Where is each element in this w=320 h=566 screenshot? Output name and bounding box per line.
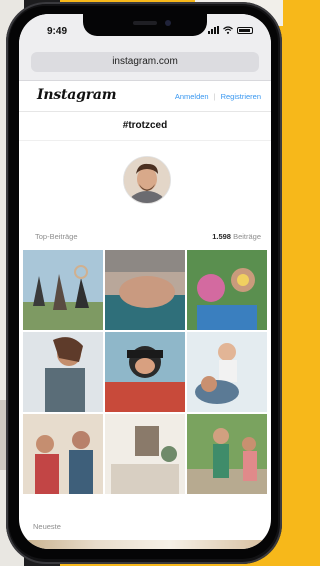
instagram-logo[interactable]: Instagram — [37, 87, 117, 103]
wifi-icon — [223, 26, 233, 34]
address-bar[interactable]: instagram.com — [31, 52, 259, 72]
post-thumbnail[interactable] — [187, 414, 267, 494]
top-posts-row: Top-Beiträge 1.598 Beiträge — [19, 230, 271, 244]
battery-icon — [237, 26, 253, 34]
instagram-header: Instagram Anmelden | Registrieren — [19, 81, 271, 112]
hashtag-title: #trotzced — [19, 112, 271, 141]
top-posts-label: Top-Beiträge — [35, 232, 78, 241]
browser-toolbar: instagram.com — [19, 44, 271, 81]
post-thumbnail[interactable] — [23, 414, 103, 494]
auth-links: Anmelden | Registrieren — [175, 92, 261, 101]
phone-notch — [83, 14, 207, 36]
post-thumbnail[interactable] — [187, 332, 267, 412]
post-thumbnail[interactable] — [23, 332, 103, 412]
login-link[interactable]: Anmelden — [175, 92, 209, 101]
phone-screen: 9:49 instagram.com Instagram Anmelden | … — [19, 14, 271, 549]
post-count-suffix: Beiträge — [233, 232, 261, 241]
latest-posts-preview[interactable] — [23, 540, 267, 549]
hashtag-avatar — [123, 156, 171, 204]
latest-label: Neueste — [33, 522, 61, 531]
post-count: 1.598 Beiträge — [212, 232, 261, 241]
speaker-grille — [133, 21, 157, 25]
post-thumbnail[interactable] — [105, 250, 185, 330]
post-thumbnail[interactable] — [105, 414, 185, 494]
post-count-number: 1.598 — [212, 232, 231, 241]
status-icons — [208, 26, 253, 34]
post-thumbnail[interactable] — [105, 332, 185, 412]
status-time: 9:49 — [47, 26, 68, 37]
post-thumbnail[interactable] — [187, 250, 267, 330]
auth-separator: | — [213, 92, 216, 101]
post-thumbnail[interactable] — [23, 250, 103, 330]
front-camera — [165, 20, 171, 26]
post-grid — [23, 250, 267, 516]
register-link[interactable]: Registrieren — [221, 92, 261, 101]
signal-icon — [208, 26, 219, 34]
